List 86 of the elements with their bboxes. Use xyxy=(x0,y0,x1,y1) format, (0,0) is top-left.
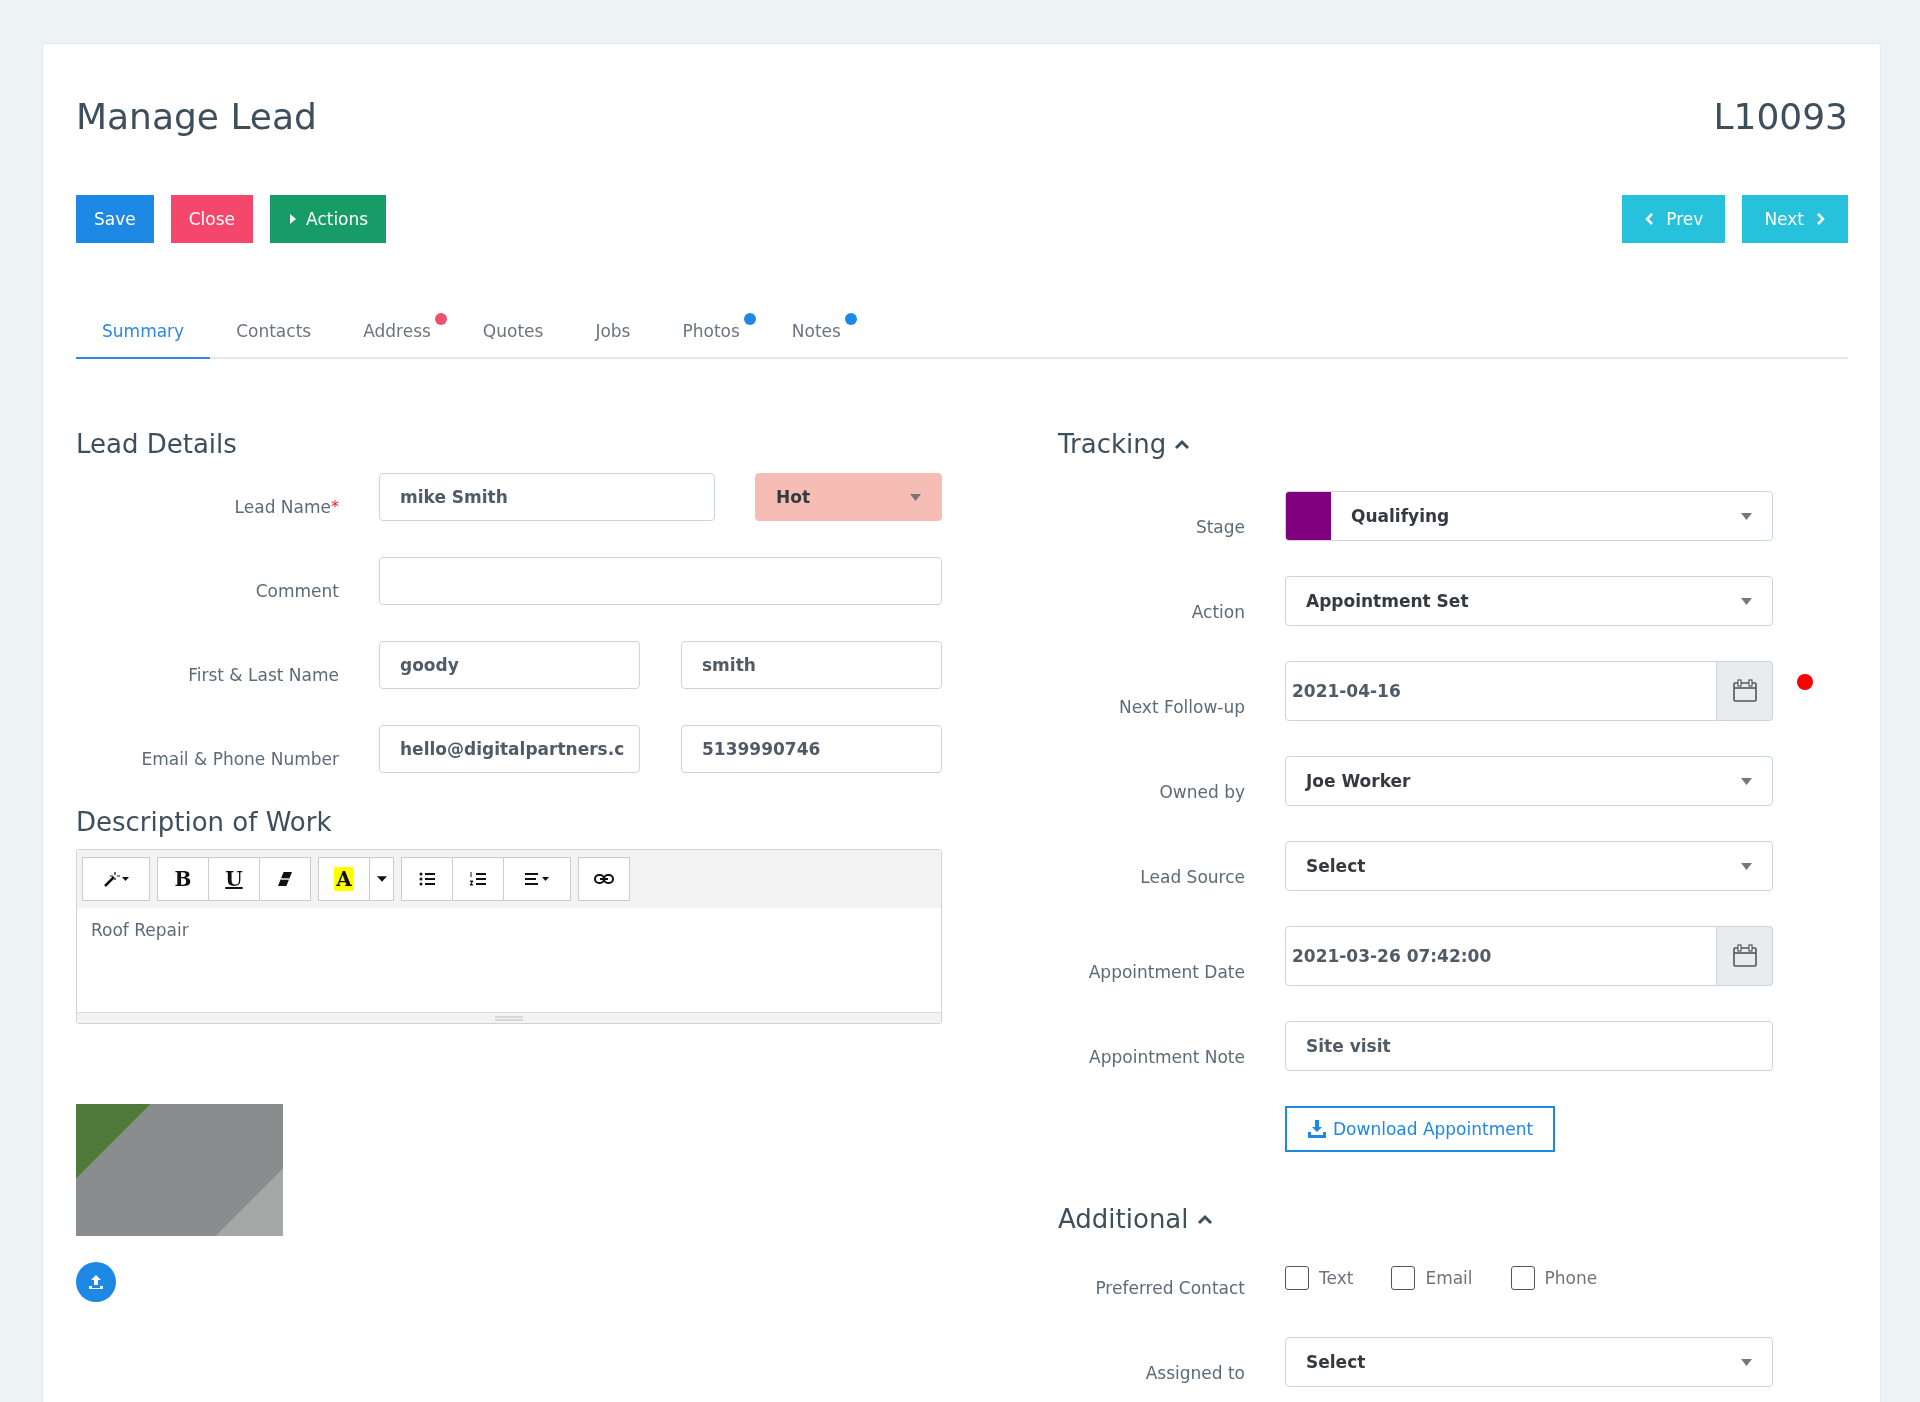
close-button[interactable]: Close xyxy=(170,195,254,243)
field-label: Lead Source xyxy=(1139,867,1245,889)
calendar-icon xyxy=(1731,679,1758,703)
rich-text-editor[interactable]: B U A Roof Repair xyxy=(76,849,942,1024)
field-label: Lead Name xyxy=(234,497,331,517)
text-field[interactable]: 5139990746 xyxy=(681,725,942,773)
download-icon xyxy=(1307,1119,1327,1139)
underline-button[interactable]: U xyxy=(208,857,260,901)
text-field[interactable]: hello@digitalpartners.c xyxy=(379,725,640,773)
save-button[interactable]: Save xyxy=(76,195,154,243)
required-mark: * xyxy=(331,497,339,516)
bold-button[interactable]: B xyxy=(157,857,209,901)
tab[interactable]: Address xyxy=(337,311,457,359)
field-label: Assigned to xyxy=(1144,1363,1245,1385)
magic-wand-caret-icon xyxy=(102,870,130,888)
caret-icon xyxy=(1741,512,1752,520)
date-field[interactable]: 2021-03-26 07:42:00 xyxy=(1285,926,1717,986)
date-field[interactable]: 2021-04-16 xyxy=(1285,661,1717,721)
link-button[interactable] xyxy=(578,857,630,901)
caret-icon xyxy=(376,876,387,882)
dropdown-select[interactable]: Joe Worker xyxy=(1285,756,1773,806)
bullets-button[interactable] xyxy=(401,857,453,901)
align-button[interactable] xyxy=(503,857,571,901)
field-label: Next Follow-up xyxy=(1117,697,1245,719)
dropdown-select[interactable]: Select xyxy=(1285,1337,1773,1387)
checkbox[interactable] xyxy=(1510,1266,1535,1290)
section-heading: Description of Work xyxy=(76,807,333,837)
caret-icon xyxy=(1741,597,1752,605)
field-label: Appointment Date xyxy=(1087,962,1245,984)
field-label: Action xyxy=(1190,602,1245,624)
tab[interactable]: Photos xyxy=(656,311,766,359)
field-label: First & Last Name xyxy=(187,665,339,687)
checkbox-label: Text xyxy=(1319,1268,1354,1288)
calendar-button[interactable] xyxy=(1717,661,1773,721)
upload-button[interactable] xyxy=(76,1262,116,1302)
chevron-up-icon[interactable] xyxy=(1196,1213,1213,1225)
dropdown-select[interactable]: Appointment Set xyxy=(1285,576,1773,626)
upload-icon xyxy=(88,1274,104,1290)
field-label: Owned by xyxy=(1158,782,1245,804)
numbers-button[interactable] xyxy=(452,857,504,901)
text-field[interactable] xyxy=(379,557,942,605)
eraser-icon xyxy=(278,872,292,886)
field-label: Preferred Contact xyxy=(1094,1278,1245,1300)
dropdown-select[interactable]: Select xyxy=(1285,841,1773,891)
field-label: Appointment Note xyxy=(1088,1047,1245,1069)
tab[interactable]: Notes xyxy=(765,311,867,359)
download-button[interactable]: Download Appointment xyxy=(1285,1106,1556,1152)
caret-icon xyxy=(1741,862,1752,870)
section-heading: Additional xyxy=(1058,1204,1848,1234)
checkbox-label: Phone xyxy=(1544,1268,1598,1288)
text-field[interactable]: Site visit xyxy=(1285,1021,1773,1071)
chevron-up-icon[interactable] xyxy=(1174,438,1191,450)
page-title: Manage Lead xyxy=(76,96,317,137)
calendar-icon xyxy=(1731,944,1758,968)
field-label: Stage xyxy=(1194,517,1245,539)
tab[interactable]: Contacts xyxy=(210,311,338,359)
align-caret-icon xyxy=(523,870,551,888)
field-label: Comment xyxy=(254,581,339,603)
tab[interactable]: Quotes xyxy=(456,311,570,359)
checkbox-label: Email xyxy=(1425,1268,1473,1288)
caret-icon xyxy=(1741,1358,1752,1366)
resize-grip-icon xyxy=(495,1015,523,1021)
field-label: Email & Phone Number xyxy=(140,749,339,771)
chevron-right-icon xyxy=(1816,213,1826,225)
actions-button[interactable]: Actions xyxy=(270,195,387,243)
priority-select[interactable]: Hot xyxy=(755,473,942,521)
calendar-button[interactable] xyxy=(1717,926,1773,986)
dropdown-button[interactable] xyxy=(369,857,394,901)
section-heading: Lead Details xyxy=(76,429,238,459)
caret-icon xyxy=(910,493,921,501)
eraser-button[interactable] xyxy=(259,857,311,901)
editor-text: Roof Repair xyxy=(91,920,190,940)
text-field[interactable]: mike Smith xyxy=(379,473,715,521)
caret-icon xyxy=(1741,777,1752,785)
text-field[interactable]: goody xyxy=(379,641,640,689)
text-field[interactable]: smith xyxy=(681,641,942,689)
tab[interactable]: Jobs xyxy=(569,311,657,359)
style-button[interactable] xyxy=(82,857,150,901)
tab[interactable]: Summary xyxy=(76,311,211,359)
checkbox[interactable] xyxy=(1391,1266,1416,1290)
record-id: L10093 xyxy=(1713,96,1848,137)
section-heading: Tracking xyxy=(1058,429,1848,459)
checkbox[interactable] xyxy=(1285,1266,1309,1290)
stage-select[interactable]: Qualifying xyxy=(1285,491,1773,541)
highlight-button[interactable]: A xyxy=(318,857,370,901)
chevron-left-icon xyxy=(1644,213,1655,225)
